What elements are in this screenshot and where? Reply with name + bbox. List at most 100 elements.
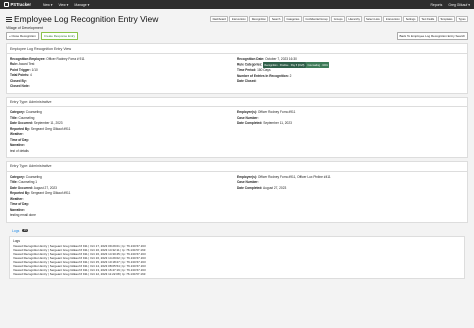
detail-value: Officer Rodney Forra #911 [257, 110, 296, 115]
header-tab[interactable]: Hierarchy [346, 15, 363, 23]
detail-row: Date Closed: [237, 79, 464, 85]
menu-icon[interactable] [6, 16, 12, 22]
detail-row: test of details [10, 149, 237, 155]
create-response-button[interactable]: Create Response Entry [40, 32, 79, 41]
detail-label: Narrative: [10, 207, 25, 212]
detail-value: Counseling [24, 174, 42, 179]
detail-label: Narrative: [10, 143, 25, 148]
page-title: Employee Log Recognition Entry View [14, 14, 159, 24]
detail-value: test of details [10, 148, 29, 153]
detail-label: Employee(s): [237, 110, 258, 115]
detail-value: Officer Rodney Forra # 911 [45, 56, 85, 61]
detail-label: Point Trigger: [10, 67, 31, 72]
header-tab[interactable]: Templates [437, 15, 455, 23]
detail-label: Reported By: [10, 191, 31, 195]
entry-left-column: Category: Counseling Title: Counseling 1D… [10, 175, 237, 219]
header-tab[interactable]: Recognition [249, 15, 269, 23]
panel-title: Employee Log Recognition Entry View [7, 44, 467, 54]
detail-label: Date Occurred: [10, 185, 34, 190]
header-tab[interactable]: Intervention [229, 15, 249, 23]
detail-value: testing email done [10, 213, 36, 217]
detail-value: October 7, 2023 16:30 [264, 56, 297, 61]
header-tab[interactable]: Confidential Group [302, 15, 331, 23]
detail-value: 4 [29, 73, 32, 78]
entry-panel: Entry Type: Administrative Category: Coun… [6, 161, 468, 223]
detail-value: August 27, 2023 [33, 185, 57, 190]
recognition-right-column: Recognition Date: October 7, 2023 16:30 R… [237, 57, 464, 90]
header-tabs: Dashboard Intervention Recognition Search Ca… [209, 15, 468, 23]
close-recognition-button[interactable]: « Close Recognition [6, 32, 39, 41]
entry-panel: Entry Type: Administrative Category: Coun… [6, 96, 468, 159]
nav-manage-menu[interactable]: Manage ▾ [74, 3, 89, 7]
detail-label: Time Period: [237, 68, 257, 73]
header-tab[interactable]: Categories [283, 15, 302, 23]
log-list: Logs Viewed Recognition Entry | Sergeant… [9, 235, 465, 280]
brand[interactable]: PSTracker [4, 2, 31, 7]
page-subtitle: Village of Development [6, 26, 43, 30]
header-tab[interactable]: Select Lists [363, 15, 383, 23]
brand-name: PSTracker [10, 2, 32, 7]
nav-reports-link[interactable]: Reports [430, 3, 442, 7]
logs-heading: Logs [13, 238, 20, 243]
entry-right-column: Employee(s): Officer Rodney Forra #911, … [237, 175, 464, 219]
detail-value: Counseling [17, 115, 35, 120]
logs-section: Logs 15 Logs Viewed Recognition Entry | … [6, 226, 468, 282]
detail-label: Time of Day: [10, 137, 30, 142]
detail-label: Recognition Date: [237, 56, 265, 61]
header-tab[interactable]: Dashboard [210, 15, 229, 23]
header-tab[interactable]: Settings [403, 15, 418, 23]
entry-right-column: Employee(s): Officer Rodney Forra #911 Ca… [237, 110, 464, 154]
header-tab[interactable]: Text Fields [419, 15, 437, 23]
detail-label: Title: [10, 180, 18, 184]
entry-left-column: Category: Counseling Title: Counseling Dat… [10, 110, 237, 154]
detail-label: Rule: [10, 62, 18, 67]
detail-value: 2 [288, 73, 292, 78]
header-tab[interactable]: Intervention [383, 15, 403, 23]
detail-label: Title: [10, 115, 18, 120]
detail-label: Recognition Employee: [10, 56, 46, 61]
detail-label: Closed Note: [10, 84, 30, 89]
detail-value: August 27, 2023 [262, 185, 287, 190]
recognition-panel: Employee Log Recognition Entry View Reco… [6, 43, 468, 94]
logs-tab[interactable]: Logs [9, 228, 22, 234]
detail-value: 1/10 [30, 67, 38, 72]
entry-type-title: Entry Type: Administrative [7, 162, 467, 172]
detail-label: Number of Entries In Recognition: [237, 73, 289, 78]
detail-label: Weather: [10, 196, 24, 201]
detail-label: Closed By: [10, 78, 27, 83]
detail-label: Category: [10, 174, 25, 179]
nav-right: Reports Greg Glikauf ▾ [424, 3, 470, 7]
detail-row: Date Completed: September 11, 2023 [237, 121, 464, 127]
detail-label: Category: [10, 110, 25, 115]
header-tab[interactable]: Groups [331, 15, 345, 23]
detail-value: September 11, 2023 [33, 121, 63, 126]
recognition-left-column: Recognition Employee: Officer Rodney For… [10, 57, 237, 90]
detail-label: Employee(s): [237, 174, 258, 179]
detail-label: Date Closed: [237, 79, 257, 84]
detail-row: testing email done [10, 213, 237, 219]
nav-menu: New ▾ View ▾ Manage ▾ [43, 3, 95, 7]
nav-new-menu[interactable]: New ▾ [43, 3, 52, 7]
nav-view-menu[interactable]: View ▾ [58, 3, 68, 7]
detail-value: September 11, 2023 [262, 121, 292, 126]
detail-label: Rule Categories: [237, 62, 263, 67]
detail-value: Officer Rodney Forra #911, Officer Lux P… [257, 174, 331, 179]
detail-label: Weather: [10, 132, 24, 137]
user-menu[interactable]: Greg Glikauf ▾ [448, 3, 470, 7]
detail-value: Sergeant Greg Glikauf #911 [30, 126, 71, 131]
detail-label: Case Number: [237, 115, 259, 120]
detail-row: Closed Note: [10, 84, 237, 90]
entry-type-title: Entry Type: Administrative [7, 98, 467, 108]
log-line: Viewed Recognition Entry | Sergeant Greg… [13, 272, 146, 277]
header-tab[interactable]: Search [269, 15, 283, 23]
header-tab[interactable]: Types [456, 15, 468, 23]
detail-value: 180 Days [256, 68, 271, 73]
logo-icon [4, 2, 9, 7]
detail-value: Counseling 1 [17, 180, 38, 184]
action-bar: « Close Recognition Create Response Entr… [6, 32, 468, 41]
detail-value: Award Test [17, 62, 35, 67]
detail-label: Date Completed: [237, 121, 263, 126]
detail-label: Case Number: [237, 180, 259, 184]
back-to-search-button[interactable]: Back To Employee Log Recognition Entry S… [396, 32, 468, 41]
title-bar: Employee Log Recognition Entry View Dash… [6, 13, 468, 25]
